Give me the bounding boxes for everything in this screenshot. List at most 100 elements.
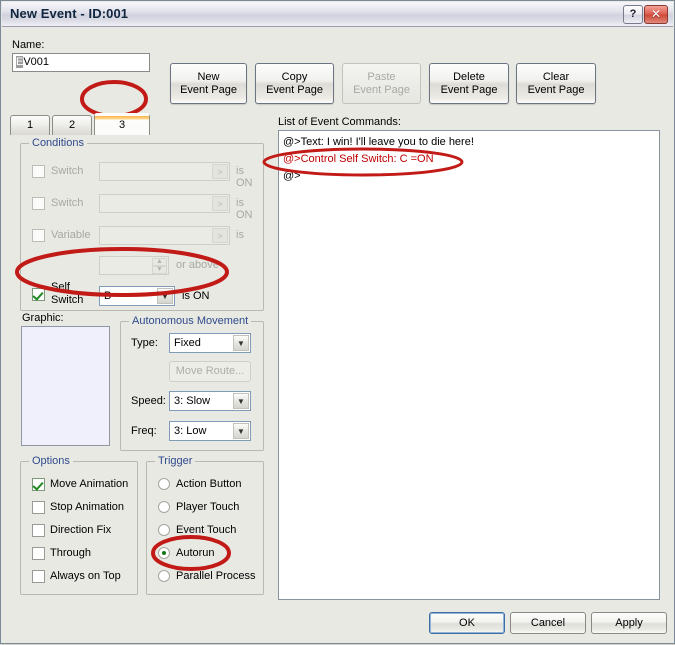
name-rest: V001 xyxy=(23,56,50,68)
new-event-page-button[interactable]: New Event Page xyxy=(170,63,247,104)
paste-event-page-line2: Event Page xyxy=(353,83,410,96)
new-event-page-line2: Event Page xyxy=(180,83,237,96)
options-title: Options xyxy=(29,455,73,467)
apply-button[interactable]: Apply xyxy=(591,612,667,634)
trigger-player-touch-label: Player Touch xyxy=(176,501,240,513)
conditions-group: Conditions Switch > is ON Switch > is ON… xyxy=(20,137,264,311)
chevron-down-icon[interactable]: ▼ xyxy=(157,288,173,304)
autonomous-movement-group: Autonomous Movement Type: Fixed ▼ Move R… xyxy=(120,315,264,451)
name-label: Name: xyxy=(12,39,45,51)
delete-event-page-button[interactable]: Delete Event Page xyxy=(429,63,509,104)
condition-switch2-field: > xyxy=(99,194,230,213)
option-stop-animation-label: Stop Animation xyxy=(50,501,124,513)
delete-event-page-line2: Event Page xyxy=(440,83,498,96)
trigger-event-touch-radio[interactable] xyxy=(158,524,170,536)
condition-variable-arrow-icon: > xyxy=(212,228,228,243)
spinner-up-icon: ▲ xyxy=(152,258,167,266)
movement-type-select[interactable]: Fixed ▼ xyxy=(169,333,251,353)
window-title: New Event - ID:001 xyxy=(10,6,129,21)
condition-switch2-suffix: is ON xyxy=(236,197,253,221)
condition-variable-above-suffix: or above xyxy=(176,259,219,271)
list-item[interactable]: @>Text: I win! I'll leave you to die her… xyxy=(283,135,474,149)
tab-page-1-label: 1 xyxy=(26,119,34,131)
ok-button[interactable]: OK xyxy=(429,612,505,634)
list-item[interactable]: @>Control Self Switch: C =ON xyxy=(283,152,434,166)
close-glyph: ✕ xyxy=(650,7,662,21)
movement-type-label: Type: xyxy=(131,337,158,349)
condition-switch1-label: Switch xyxy=(51,165,84,177)
condition-switch1-arrow-icon: > xyxy=(212,164,228,179)
option-always-on-top-checkbox[interactable] xyxy=(32,570,45,583)
condition-switch1-suffix: is ON xyxy=(236,165,253,189)
option-always-on-top-label: Always on Top xyxy=(50,570,121,582)
chevron-down-icon[interactable]: ▼ xyxy=(233,423,249,439)
trigger-parallel-process-label: Parallel Process xyxy=(176,570,256,582)
cancel-button[interactable]: Cancel xyxy=(510,612,586,634)
condition-switch1-checkbox[interactable] xyxy=(32,165,45,178)
condition-self-switch-label: Self Switch xyxy=(51,281,83,307)
list-item[interactable]: @> xyxy=(283,169,301,183)
title-bar: New Event - ID:001 ? ✕ xyxy=(2,2,673,27)
clear-event-page-line2: Event Page xyxy=(527,83,585,96)
trigger-player-touch-radio[interactable] xyxy=(158,501,170,513)
clear-event-page-line1: Clear xyxy=(542,70,570,83)
chevron-down-icon[interactable]: ▼ xyxy=(233,335,249,351)
movement-speed-select[interactable]: 3: Slow ▼ xyxy=(169,391,251,411)
commands-label: List of Event Commands: xyxy=(278,116,401,128)
option-through-checkbox[interactable] xyxy=(32,547,45,560)
trigger-action-button-label: Action Button xyxy=(176,478,242,490)
copy-event-page-button[interactable]: Copy Event Page xyxy=(255,63,334,104)
condition-variable-value-spinner: ▲ ▼ xyxy=(99,256,169,275)
condition-variable-field: > xyxy=(99,226,230,245)
movement-freq-label: Freq: xyxy=(131,425,157,437)
movement-speed-value: 3: Slow xyxy=(174,395,211,407)
trigger-event-touch-label: Event Touch xyxy=(176,524,237,536)
event-editor-window: New Event - ID:001 ? ✕ Name: EV001 New Ev… xyxy=(0,0,675,644)
autonomous-movement-title: Autonomous Movement xyxy=(129,315,252,327)
trigger-autorun-label: Autorun xyxy=(176,547,215,559)
trigger-parallel-process-radio[interactable] xyxy=(158,570,170,582)
condition-self-switch-checkbox[interactable] xyxy=(32,288,45,301)
tab-page-1[interactable]: 1 xyxy=(10,115,50,135)
option-direction-fix-checkbox[interactable] xyxy=(32,524,45,537)
condition-variable-checkbox[interactable] xyxy=(32,229,45,242)
move-route-button: Move Route... xyxy=(169,361,251,382)
trigger-group: Trigger Action Button Player Touch Event… xyxy=(146,455,264,595)
tab-page-2[interactable]: 2 xyxy=(52,115,92,135)
condition-switch1-field: > xyxy=(99,162,230,181)
option-move-animation-label: Move Animation xyxy=(50,478,129,490)
option-through-label: Through xyxy=(50,547,91,559)
event-commands-list[interactable]: @>Text: I win! I'll leave you to die her… xyxy=(278,130,660,600)
movement-speed-label: Speed: xyxy=(131,395,166,407)
option-stop-animation-checkbox[interactable] xyxy=(32,501,45,514)
option-move-animation-checkbox[interactable] xyxy=(32,478,45,491)
graphic-label: Graphic: xyxy=(22,312,64,324)
condition-variable-label: Variable xyxy=(51,229,91,241)
self-switch-label-line2: Switch xyxy=(51,294,84,306)
condition-switch2-checkbox[interactable] xyxy=(32,197,45,210)
name-input[interactable]: EV001 xyxy=(12,53,150,72)
event-page-tabs: 1 2 3 xyxy=(10,113,310,135)
copy-event-page-line1: Copy xyxy=(281,70,308,83)
self-switch-select[interactable]: B ▼ xyxy=(99,286,175,306)
paste-event-page-button: Paste Event Page xyxy=(342,63,421,104)
movement-freq-select[interactable]: 3: Low ▼ xyxy=(169,421,251,441)
option-direction-fix-label: Direction Fix xyxy=(50,524,112,536)
help-button[interactable]: ? xyxy=(623,5,643,24)
movement-freq-value: 3: Low xyxy=(174,425,207,437)
self-switch-label-line1: Self xyxy=(51,281,70,293)
spinner-down-icon: ▼ xyxy=(152,266,167,274)
delete-event-page-line1: Delete xyxy=(453,70,485,83)
trigger-action-button-radio[interactable] xyxy=(158,478,170,490)
chevron-down-icon[interactable]: ▼ xyxy=(233,393,249,409)
condition-switch2-label: Switch xyxy=(51,197,84,209)
trigger-autorun-radio[interactable] xyxy=(158,547,170,559)
new-event-page-line1: New xyxy=(197,70,220,83)
close-icon[interactable]: ✕ xyxy=(644,5,668,24)
self-switch-value: B xyxy=(104,290,112,302)
clear-event-page-button[interactable]: Clear Event Page xyxy=(516,63,596,104)
graphic-preview[interactable] xyxy=(21,326,110,446)
copy-event-page-line2: Event Page xyxy=(266,83,323,96)
tab-page-3[interactable]: 3 xyxy=(94,113,150,135)
conditions-title: Conditions xyxy=(29,137,87,149)
